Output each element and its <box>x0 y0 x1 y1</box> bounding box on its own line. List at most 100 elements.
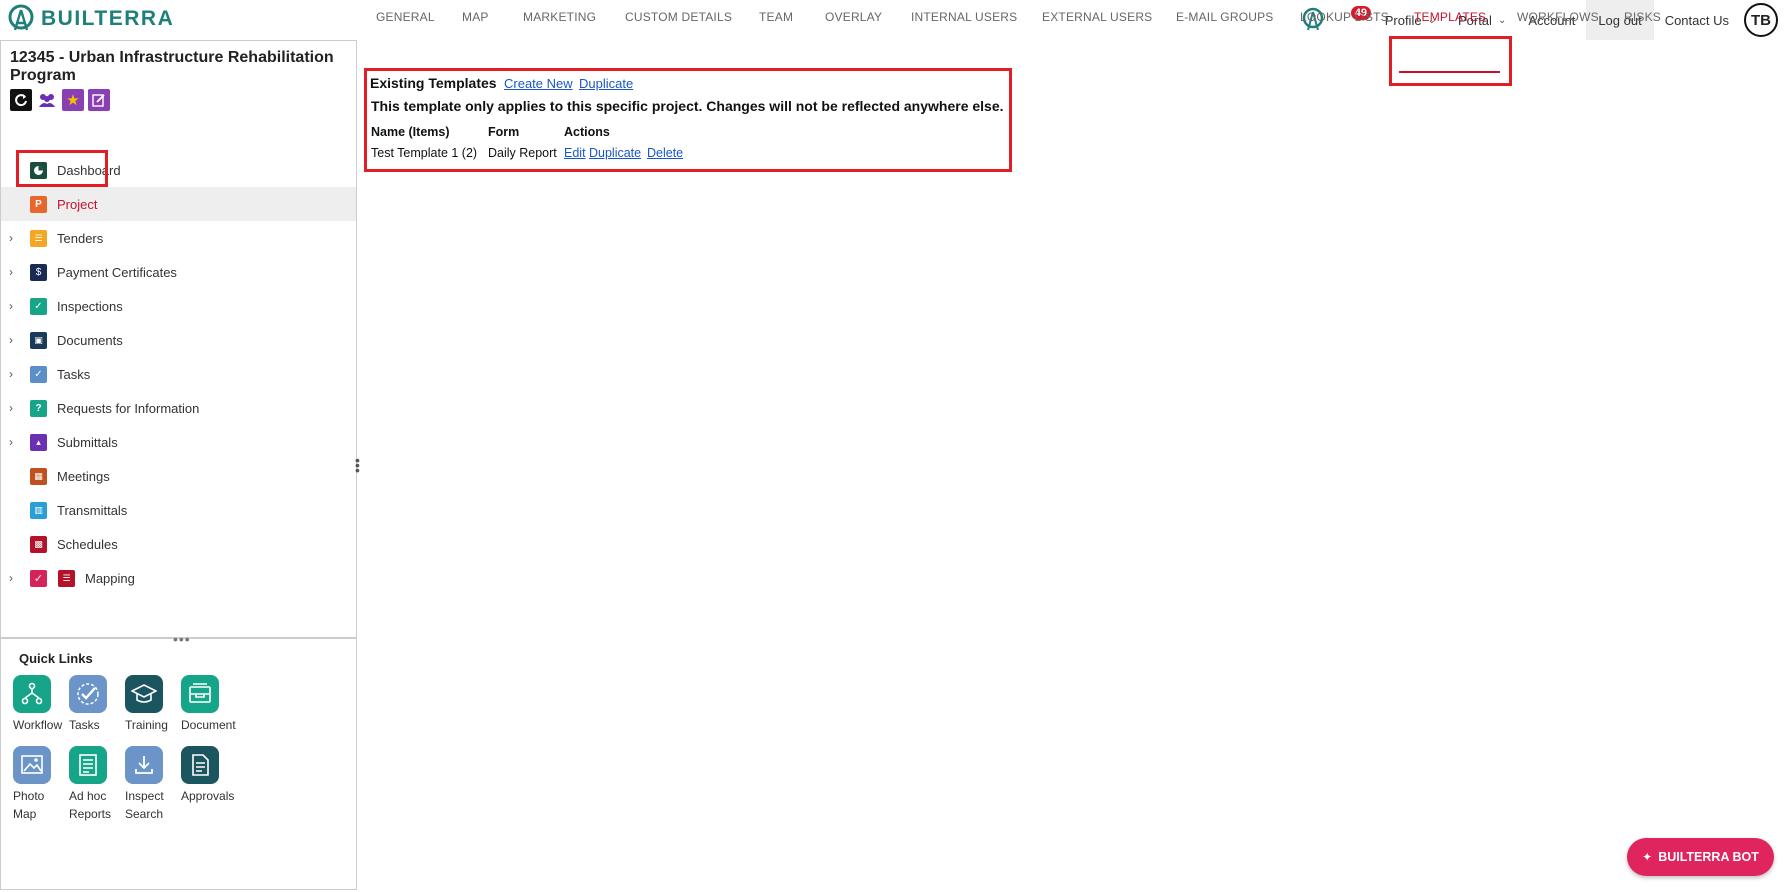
quick-link-inspect-search[interactable]: Inspect Search <box>125 746 181 823</box>
edit-template-link[interactable]: Edit <box>564 146 586 160</box>
document-tray-icon <box>181 675 219 713</box>
resize-handle-icon[interactable]: ••• <box>173 631 191 647</box>
duplicate-template-link[interactable]: Duplicate <box>589 146 641 160</box>
chevron-down-icon: ⌄ <box>1497 14 1507 26</box>
sidebar-item-label: Transmittals <box>57 502 128 518</box>
tab-custom-details[interactable]: CUSTOM DETAILS <box>625 10 732 24</box>
tab-map[interactable]: MAP <box>462 10 489 24</box>
brand-name: BUILTERRA <box>41 7 175 30</box>
column-header-actions: Actions <box>564 125 610 139</box>
quick-link-ad-hoc-reports[interactable]: Ad hoc Reports <box>69 746 125 823</box>
tab-internal-users[interactable]: INTERNAL USERS <box>911 10 1017 24</box>
sidebar-menu: Dashboard P Project › ☰ Tenders › $ Paym… <box>1 153 356 595</box>
quick-link-label: Tasks <box>69 718 100 732</box>
quick-link-label: Photo Map <box>13 789 45 821</box>
quick-link-workflow[interactable]: Workflow <box>13 675 69 734</box>
payment-certificates-icon: $ <box>30 263 47 281</box>
project-quick-icons: ★ <box>10 89 110 111</box>
chevron-right-icon[interactable]: › <box>9 265 19 279</box>
quick-link-label: Ad hoc Reports <box>69 789 112 821</box>
chevron-right-icon[interactable]: › <box>9 231 19 245</box>
rfi-icon: ? <box>30 399 47 417</box>
create-new-link[interactable]: Create New <box>504 76 573 91</box>
inspections-icon: ✓ <box>30 297 47 315</box>
quick-links-panel: ••• Quick Links Workflow Tasks Training … <box>1 631 356 821</box>
mapping-icon: ☰ <box>58 569 75 587</box>
quick-link-tasks[interactable]: Tasks <box>69 675 125 734</box>
tab-lookup-lists[interactable]: LOOKUP LISTS <box>1300 10 1389 24</box>
chevron-right-icon[interactable]: › <box>9 299 19 313</box>
team-icon[interactable] <box>36 89 58 111</box>
tab-marketing[interactable]: MARKETING <box>523 10 596 24</box>
quick-link-photo-map[interactable]: Photo Map <box>13 746 69 823</box>
chevron-right-icon[interactable]: › <box>9 571 19 585</box>
sidebar-item-label: Mapping <box>85 570 135 586</box>
sidebar-item-tenders[interactable]: › ☰ Tenders <box>1 221 356 255</box>
quick-link-training[interactable]: Training <box>125 675 181 734</box>
quick-link-label: Document <box>181 718 236 732</box>
mapping-checkbox[interactable]: ✓ <box>30 569 47 587</box>
sidebar-splitter-handle[interactable]: • • • <box>355 453 360 477</box>
sparkle-icon: ✦ <box>1642 850 1653 864</box>
sidebar-item-submittals[interactable]: › ▴ Submittals <box>1 425 356 459</box>
sidebar-item-schedules[interactable]: ▩ Schedules <box>1 527 356 561</box>
workflow-icon <box>13 675 51 713</box>
builterra-logo[interactable]: BUILTERRA <box>6 4 174 34</box>
sidebar-item-tasks[interactable]: › ✓ Tasks <box>1 357 356 391</box>
tab-overlay[interactable]: OVERLAY <box>825 10 882 24</box>
tasks-icon: ✓ <box>30 365 47 383</box>
sidebar-item-project[interactable]: P Project <box>1 187 356 221</box>
tab-external-users[interactable]: EXTERNAL USERS <box>1042 10 1152 24</box>
star-icon[interactable]: ★ <box>62 89 84 111</box>
sidebar-item-rfi[interactable]: › ? Requests for Information <box>1 391 356 425</box>
project-highlight-box <box>16 150 108 187</box>
chevron-right-icon[interactable]: › <box>9 435 19 449</box>
templates-tab-highlight-box <box>1389 36 1512 86</box>
approvals-icon <box>181 746 219 784</box>
tab-risks[interactable]: RISKS <box>1624 10 1661 24</box>
transmittals-icon: ▥ <box>30 501 47 519</box>
column-header-form: Form <box>488 125 520 139</box>
chevron-right-icon[interactable]: › <box>9 401 19 415</box>
sidebar-item-meetings[interactable]: ▦ Meetings <box>1 459 356 493</box>
sidebar-item-label: Schedules <box>57 536 118 552</box>
builterra-bot-button[interactable]: ✦ BUILTERRA BOT <box>1627 838 1774 876</box>
photo-map-icon <box>13 746 51 784</box>
template-name-cell: Test Template 1 (2) <box>371 146 478 160</box>
user-avatar[interactable]: TB <box>1744 3 1778 37</box>
sidebar-item-transmittals[interactable]: ▥ Transmittals <box>1 493 356 527</box>
sidebar-item-label: Payment Certificates <box>57 264 177 280</box>
sidebar-item-documents[interactable]: › ▣ Documents <box>1 323 356 357</box>
quick-link-document[interactable]: Document <box>181 675 237 734</box>
contact-us-link[interactable]: Contact Us <box>1654 0 1740 40</box>
sidebar-item-label: Tasks <box>57 366 91 382</box>
sidebar-item-payment-certificates[interactable]: › $ Payment Certificates <box>1 255 356 289</box>
tab-team[interactable]: TEAM <box>759 10 793 24</box>
sidebar: 12345 - Urban Infrastructure Rehabilitat… <box>0 40 357 890</box>
column-header-name: Name (Items) <box>371 125 450 139</box>
sidebar-item-label: Project <box>57 196 98 212</box>
tab-workflows[interactable]: WORKFLOWS <box>1517 10 1599 24</box>
graduation-cap-icon <box>125 675 163 713</box>
sidebar-item-mapping[interactable]: › ✓ ☰ Mapping <box>1 561 356 595</box>
tenders-icon: ☰ <box>30 229 47 247</box>
tab-templates[interactable]: TEMPLATES <box>1414 10 1486 24</box>
download-icon <box>125 746 163 784</box>
quick-link-approvals[interactable]: Approvals <box>181 746 237 805</box>
meetings-icon: ▦ <box>30 467 47 485</box>
sidebar-item-label: Requests for Information <box>57 400 200 416</box>
logo-icon <box>8 4 34 31</box>
bot-label: BUILTERRA BOT <box>1658 850 1759 864</box>
template-form-cell: Daily Report <box>488 146 557 160</box>
refresh-icon[interactable] <box>10 89 32 111</box>
tab-general[interactable]: GENERAL <box>376 10 435 24</box>
sidebar-item-label: Meetings <box>57 468 110 484</box>
sidebar-item-inspections[interactable]: › ✓ Inspections <box>1 289 356 323</box>
delete-template-link[interactable]: Delete <box>647 146 683 160</box>
sidebar-item-label: Documents <box>57 332 123 348</box>
duplicate-link[interactable]: Duplicate <box>579 76 633 91</box>
chevron-right-icon[interactable]: › <box>9 367 19 381</box>
edit-icon[interactable] <box>88 89 110 111</box>
tab-email-groups[interactable]: E-MAIL GROUPS <box>1176 10 1274 24</box>
chevron-right-icon[interactable]: › <box>9 333 19 347</box>
